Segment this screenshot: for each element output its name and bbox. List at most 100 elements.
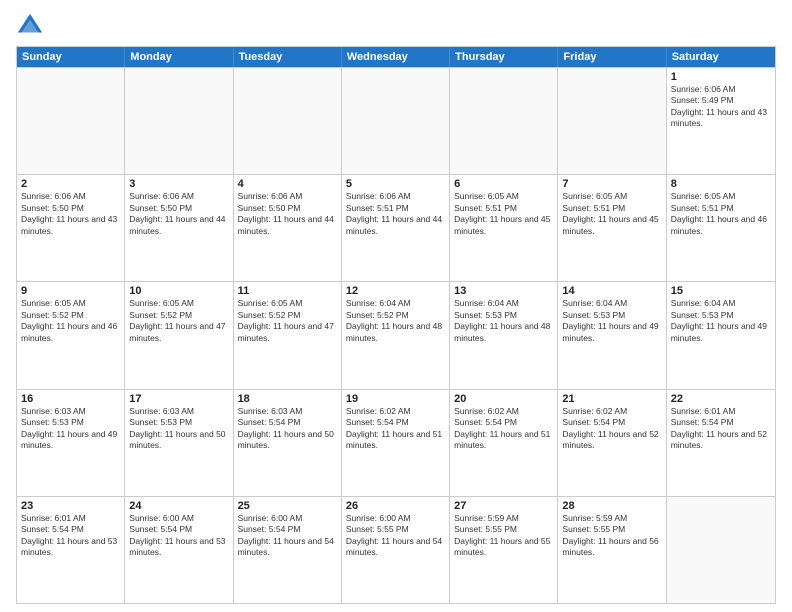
calendar-cell (342, 68, 450, 174)
day-number: 9 (21, 285, 120, 297)
calendar-cell: 13Sunrise: 6:04 AMSunset: 5:53 PMDayligh… (450, 282, 558, 388)
page: SundayMondayTuesdayWednesdayThursdayFrid… (0, 0, 792, 612)
day-number: 27 (454, 500, 553, 512)
day-number: 5 (346, 178, 445, 190)
calendar-row: 2Sunrise: 6:06 AMSunset: 5:50 PMDaylight… (17, 174, 775, 281)
cell-info: Sunrise: 6:03 AMSunset: 5:53 PMDaylight:… (129, 406, 228, 452)
cell-info: Sunrise: 6:06 AMSunset: 5:50 PMDaylight:… (21, 191, 120, 237)
calendar-cell (558, 68, 666, 174)
day-number: 7 (562, 178, 661, 190)
header (16, 12, 776, 40)
day-number: 1 (671, 71, 771, 83)
day-number: 6 (454, 178, 553, 190)
cell-info: Sunrise: 6:05 AMSunset: 5:51 PMDaylight:… (562, 191, 661, 237)
calendar-cell: 12Sunrise: 6:04 AMSunset: 5:52 PMDayligh… (342, 282, 450, 388)
logo-icon (16, 12, 44, 40)
calendar-cell: 11Sunrise: 6:05 AMSunset: 5:52 PMDayligh… (234, 282, 342, 388)
calendar-cell: 10Sunrise: 6:05 AMSunset: 5:52 PMDayligh… (125, 282, 233, 388)
calendar-row: 23Sunrise: 6:01 AMSunset: 5:54 PMDayligh… (17, 496, 775, 603)
cell-info: Sunrise: 5:59 AMSunset: 5:55 PMDaylight:… (454, 513, 553, 559)
calendar: SundayMondayTuesdayWednesdayThursdayFrid… (16, 46, 776, 604)
weekday-header: Monday (125, 47, 233, 67)
day-number: 22 (671, 393, 771, 405)
cell-info: Sunrise: 6:00 AMSunset: 5:54 PMDaylight:… (129, 513, 228, 559)
calendar-cell: 2Sunrise: 6:06 AMSunset: 5:50 PMDaylight… (17, 175, 125, 281)
cell-info: Sunrise: 6:00 AMSunset: 5:54 PMDaylight:… (238, 513, 337, 559)
calendar-row: 9Sunrise: 6:05 AMSunset: 5:52 PMDaylight… (17, 281, 775, 388)
cell-info: Sunrise: 6:05 AMSunset: 5:52 PMDaylight:… (21, 298, 120, 344)
calendar-cell: 22Sunrise: 6:01 AMSunset: 5:54 PMDayligh… (667, 390, 775, 496)
calendar-cell: 8Sunrise: 6:05 AMSunset: 5:51 PMDaylight… (667, 175, 775, 281)
day-number: 8 (671, 178, 771, 190)
cell-info: Sunrise: 6:03 AMSunset: 5:53 PMDaylight:… (21, 406, 120, 452)
day-number: 3 (129, 178, 228, 190)
calendar-cell (17, 68, 125, 174)
day-number: 26 (346, 500, 445, 512)
calendar-cell: 25Sunrise: 6:00 AMSunset: 5:54 PMDayligh… (234, 497, 342, 603)
cell-info: Sunrise: 6:04 AMSunset: 5:53 PMDaylight:… (671, 298, 771, 344)
cell-info: Sunrise: 6:05 AMSunset: 5:52 PMDaylight:… (129, 298, 228, 344)
calendar-cell: 15Sunrise: 6:04 AMSunset: 5:53 PMDayligh… (667, 282, 775, 388)
cell-info: Sunrise: 6:01 AMSunset: 5:54 PMDaylight:… (21, 513, 120, 559)
calendar-cell: 21Sunrise: 6:02 AMSunset: 5:54 PMDayligh… (558, 390, 666, 496)
weekday-header: Saturday (667, 47, 775, 67)
cell-info: Sunrise: 6:04 AMSunset: 5:53 PMDaylight:… (562, 298, 661, 344)
calendar-cell: 6Sunrise: 6:05 AMSunset: 5:51 PMDaylight… (450, 175, 558, 281)
day-number: 28 (562, 500, 661, 512)
weekday-header: Sunday (17, 47, 125, 67)
logo (16, 12, 46, 40)
day-number: 15 (671, 285, 771, 297)
calendar-cell (450, 68, 558, 174)
cell-info: Sunrise: 6:02 AMSunset: 5:54 PMDaylight:… (562, 406, 661, 452)
cell-info: Sunrise: 6:05 AMSunset: 5:51 PMDaylight:… (454, 191, 553, 237)
cell-info: Sunrise: 6:06 AMSunset: 5:50 PMDaylight:… (129, 191, 228, 237)
calendar-cell: 3Sunrise: 6:06 AMSunset: 5:50 PMDaylight… (125, 175, 233, 281)
day-number: 4 (238, 178, 337, 190)
calendar-cell: 26Sunrise: 6:00 AMSunset: 5:55 PMDayligh… (342, 497, 450, 603)
calendar-cell: 20Sunrise: 6:02 AMSunset: 5:54 PMDayligh… (450, 390, 558, 496)
cell-info: Sunrise: 6:00 AMSunset: 5:55 PMDaylight:… (346, 513, 445, 559)
calendar-body: 1Sunrise: 6:06 AMSunset: 5:49 PMDaylight… (17, 67, 775, 603)
calendar-cell: 4Sunrise: 6:06 AMSunset: 5:50 PMDaylight… (234, 175, 342, 281)
day-number: 21 (562, 393, 661, 405)
day-number: 2 (21, 178, 120, 190)
calendar-cell (667, 497, 775, 603)
day-number: 19 (346, 393, 445, 405)
calendar-cell: 16Sunrise: 6:03 AMSunset: 5:53 PMDayligh… (17, 390, 125, 496)
cell-info: Sunrise: 6:04 AMSunset: 5:53 PMDaylight:… (454, 298, 553, 344)
cell-info: Sunrise: 6:06 AMSunset: 5:49 PMDaylight:… (671, 84, 771, 130)
day-number: 10 (129, 285, 228, 297)
day-number: 16 (21, 393, 120, 405)
calendar-row: 1Sunrise: 6:06 AMSunset: 5:49 PMDaylight… (17, 67, 775, 174)
calendar-header: SundayMondayTuesdayWednesdayThursdayFrid… (17, 47, 775, 67)
calendar-cell (125, 68, 233, 174)
cell-info: Sunrise: 6:06 AMSunset: 5:51 PMDaylight:… (346, 191, 445, 237)
calendar-cell: 14Sunrise: 6:04 AMSunset: 5:53 PMDayligh… (558, 282, 666, 388)
day-number: 11 (238, 285, 337, 297)
calendar-cell: 19Sunrise: 6:02 AMSunset: 5:54 PMDayligh… (342, 390, 450, 496)
calendar-cell: 18Sunrise: 6:03 AMSunset: 5:54 PMDayligh… (234, 390, 342, 496)
calendar-cell: 1Sunrise: 6:06 AMSunset: 5:49 PMDaylight… (667, 68, 775, 174)
calendar-cell (234, 68, 342, 174)
calendar-cell: 5Sunrise: 6:06 AMSunset: 5:51 PMDaylight… (342, 175, 450, 281)
day-number: 18 (238, 393, 337, 405)
calendar-cell: 17Sunrise: 6:03 AMSunset: 5:53 PMDayligh… (125, 390, 233, 496)
day-number: 12 (346, 285, 445, 297)
calendar-cell: 28Sunrise: 5:59 AMSunset: 5:55 PMDayligh… (558, 497, 666, 603)
calendar-cell: 9Sunrise: 6:05 AMSunset: 5:52 PMDaylight… (17, 282, 125, 388)
calendar-cell: 27Sunrise: 5:59 AMSunset: 5:55 PMDayligh… (450, 497, 558, 603)
day-number: 14 (562, 285, 661, 297)
cell-info: Sunrise: 6:05 AMSunset: 5:52 PMDaylight:… (238, 298, 337, 344)
weekday-header: Thursday (450, 47, 558, 67)
cell-info: Sunrise: 6:05 AMSunset: 5:51 PMDaylight:… (671, 191, 771, 237)
weekday-header: Wednesday (342, 47, 450, 67)
day-number: 24 (129, 500, 228, 512)
cell-info: Sunrise: 6:06 AMSunset: 5:50 PMDaylight:… (238, 191, 337, 237)
day-number: 17 (129, 393, 228, 405)
calendar-row: 16Sunrise: 6:03 AMSunset: 5:53 PMDayligh… (17, 389, 775, 496)
cell-info: Sunrise: 6:02 AMSunset: 5:54 PMDaylight:… (346, 406, 445, 452)
cell-info: Sunrise: 6:04 AMSunset: 5:52 PMDaylight:… (346, 298, 445, 344)
day-number: 23 (21, 500, 120, 512)
weekday-header: Friday (558, 47, 666, 67)
day-number: 25 (238, 500, 337, 512)
